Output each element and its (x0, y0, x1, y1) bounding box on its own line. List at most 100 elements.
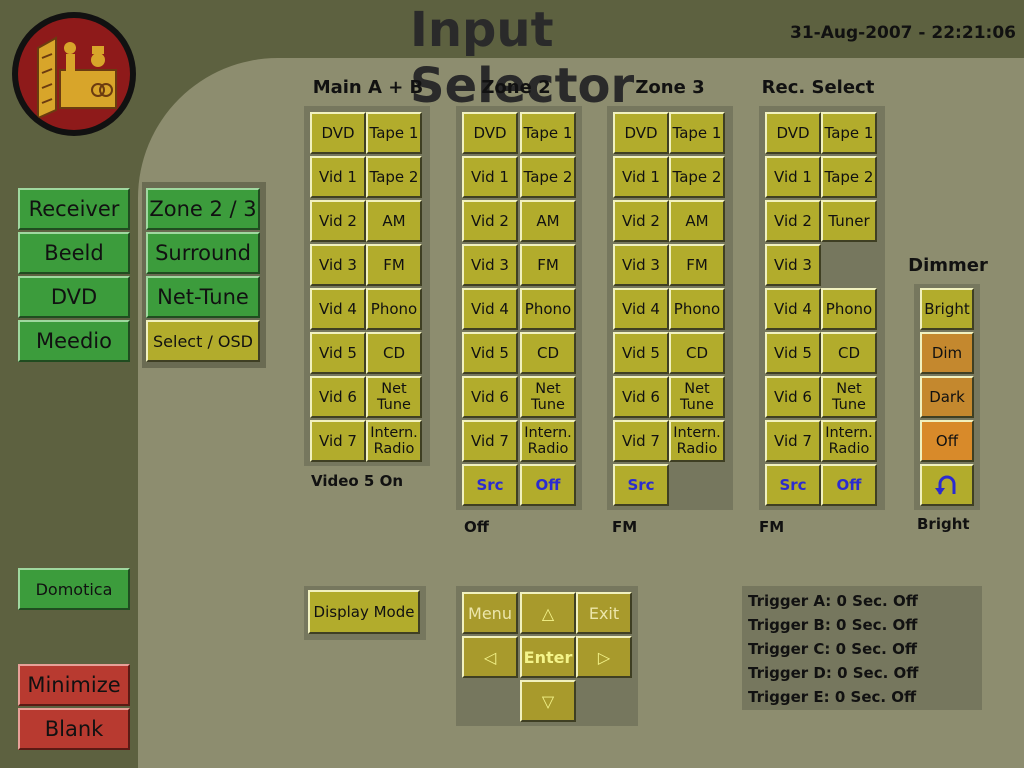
zone2-source-button[interactable]: CD (520, 332, 576, 374)
rec-source-button[interactable]: Vid 6 (765, 376, 821, 418)
surround-button[interactable]: Surround (146, 232, 260, 274)
menu-button[interactable]: Menu (462, 592, 518, 634)
dimmer-status: Bright (917, 515, 970, 533)
domotica-button[interactable]: Domotica (18, 568, 130, 610)
zone2-source-button[interactable]: DVD (462, 112, 518, 154)
rec-source-button[interactable]: Tape 1 (821, 112, 877, 154)
dimmer-return-button[interactable] (920, 464, 974, 506)
rec-source-button[interactable]: Vid 4 (765, 288, 821, 330)
zone3-source-button[interactable]: Intern. Radio (669, 420, 725, 462)
rec-src-button[interactable]: Src (765, 464, 821, 506)
zone2-source-button[interactable]: Vid 3 (462, 244, 518, 286)
zone3-source-button[interactable]: Tape 1 (669, 112, 725, 154)
zone3-source-button[interactable]: Net Tune (669, 376, 725, 418)
main-source-button[interactable]: AM (366, 200, 422, 242)
main-source-button[interactable]: Vid 4 (310, 288, 366, 330)
enter-button[interactable]: Enter (520, 636, 576, 678)
right-arrow-button[interactable]: ▷ (576, 636, 632, 678)
rec-source-button[interactable]: DVD (765, 112, 821, 154)
select-osd-button[interactable]: Select / OSD (146, 320, 260, 362)
main-source-button[interactable]: FM (366, 244, 422, 286)
zone2-source-button[interactable]: Vid 4 (462, 288, 518, 330)
zone3-source-button[interactable]: Vid 7 (613, 420, 669, 462)
zone2-source-button[interactable]: FM (520, 244, 576, 286)
left-arrow-button[interactable]: ◁ (462, 636, 518, 678)
zone2-source-button[interactable]: Vid 2 (462, 200, 518, 242)
zone3-source-button[interactable]: DVD (613, 112, 669, 154)
main-source-button[interactable]: Intern. Radio (366, 420, 422, 462)
up-arrow-button[interactable]: △ (520, 592, 576, 634)
zone3-source-button[interactable]: CD (669, 332, 725, 374)
zone2-off-button[interactable]: Off (520, 464, 576, 506)
rec-source-button[interactable]: Tuner (821, 200, 877, 242)
nettune-button[interactable]: Net-Tune (146, 276, 260, 318)
rec-source-button[interactable]: Intern. Radio (821, 420, 877, 462)
main-source-button[interactable]: Vid 3 (310, 244, 366, 286)
trigger-d-status: Trigger D: 0 Sec. Off (748, 664, 919, 682)
datetime-display: 31-Aug-2007 - 22:21:06 (790, 23, 1016, 43)
zone2-source-button[interactable]: Intern. Radio (520, 420, 576, 462)
receiver-button[interactable]: Receiver (18, 188, 130, 230)
trigger-e-status: Trigger E: 0 Sec. Off (748, 688, 917, 706)
display-mode-button[interactable]: Display Mode (308, 590, 420, 634)
zone2-source-button[interactable]: Phono (520, 288, 576, 330)
zone3-source-button[interactable]: AM (669, 200, 725, 242)
zone2-status: Off (464, 518, 489, 536)
blank-button[interactable]: Blank (18, 708, 130, 750)
zone2-source-button[interactable]: AM (520, 200, 576, 242)
zone2-src-button[interactable]: Src (462, 464, 518, 506)
zone3-source-button[interactable]: Vid 4 (613, 288, 669, 330)
rec-select-status: FM (759, 518, 785, 536)
rec-source-button[interactable]: Vid 5 (765, 332, 821, 374)
main-source-button[interactable]: CD (366, 332, 422, 374)
zone3-src-button[interactable]: Src (613, 464, 669, 506)
zone3-source-button[interactable]: Vid 2 (613, 200, 669, 242)
main-source-button[interactable]: DVD (310, 112, 366, 154)
zone23-button[interactable]: Zone 2 / 3 (146, 188, 260, 230)
zone2-source-button[interactable]: Net Tune (520, 376, 576, 418)
zone3-source-button[interactable]: Phono (669, 288, 725, 330)
dvd-nav-button[interactable]: DVD (18, 276, 130, 318)
rec-source-button[interactable]: Vid 3 (765, 244, 821, 286)
rec-source-button[interactable]: Vid 2 (765, 200, 821, 242)
zone3-source-button[interactable]: Tape 2 (669, 156, 725, 198)
zone3-source-button[interactable]: Vid 6 (613, 376, 669, 418)
zone3-source-button[interactable]: Vid 5 (613, 332, 669, 374)
dimmer-bright-button[interactable]: Bright (920, 288, 974, 330)
zone2-source-button[interactable]: Vid 7 (462, 420, 518, 462)
rec-source-button[interactable]: Phono (821, 288, 877, 330)
rec-source-button[interactable]: CD (821, 332, 877, 374)
zone2-source-button[interactable]: Tape 2 (520, 156, 576, 198)
main-source-button[interactable]: Net Tune (366, 376, 422, 418)
main-source-button[interactable]: Vid 1 (310, 156, 366, 198)
main-source-button[interactable]: Phono (366, 288, 422, 330)
return-arrow-icon (935, 475, 956, 495)
rec-source-button[interactable]: Vid 1 (765, 156, 821, 198)
zone3-source-button[interactable]: Vid 3 (613, 244, 669, 286)
main-source-button[interactable]: Vid 2 (310, 200, 366, 242)
main-source-button[interactable]: Vid 7 (310, 420, 366, 462)
zone3-source-button[interactable]: FM (669, 244, 725, 286)
main-source-button[interactable]: Tape 2 (366, 156, 422, 198)
zone2-source-button[interactable]: Vid 5 (462, 332, 518, 374)
rec-source-button[interactable]: Vid 7 (765, 420, 821, 462)
down-arrow-button[interactable]: ▽ (520, 680, 576, 722)
dimmer-dim-button[interactable]: Dim (920, 332, 974, 374)
beeld-button[interactable]: Beeld (18, 232, 130, 274)
rec-source-button[interactable]: Tape 2 (821, 156, 877, 198)
zone2-source-button[interactable]: Vid 6 (462, 376, 518, 418)
zone2-source-button[interactable]: Tape 1 (520, 112, 576, 154)
zone3-source-button[interactable]: Vid 1 (613, 156, 669, 198)
main-source-button[interactable]: Vid 6 (310, 376, 366, 418)
zone3-status: FM (612, 518, 638, 536)
meedio-button[interactable]: Meedio (18, 320, 130, 362)
zone2-source-button[interactable]: Vid 1 (462, 156, 518, 198)
main-source-button[interactable]: Vid 5 (310, 332, 366, 374)
rec-source-button[interactable]: Net Tune (821, 376, 877, 418)
dimmer-off-button[interactable]: Off (920, 420, 974, 462)
main-source-button[interactable]: Tape 1 (366, 112, 422, 154)
minimize-button[interactable]: Minimize (18, 664, 130, 706)
rec-off-button[interactable]: Off (821, 464, 877, 506)
exit-button[interactable]: Exit (576, 592, 632, 634)
dimmer-dark-button[interactable]: Dark (920, 376, 974, 418)
